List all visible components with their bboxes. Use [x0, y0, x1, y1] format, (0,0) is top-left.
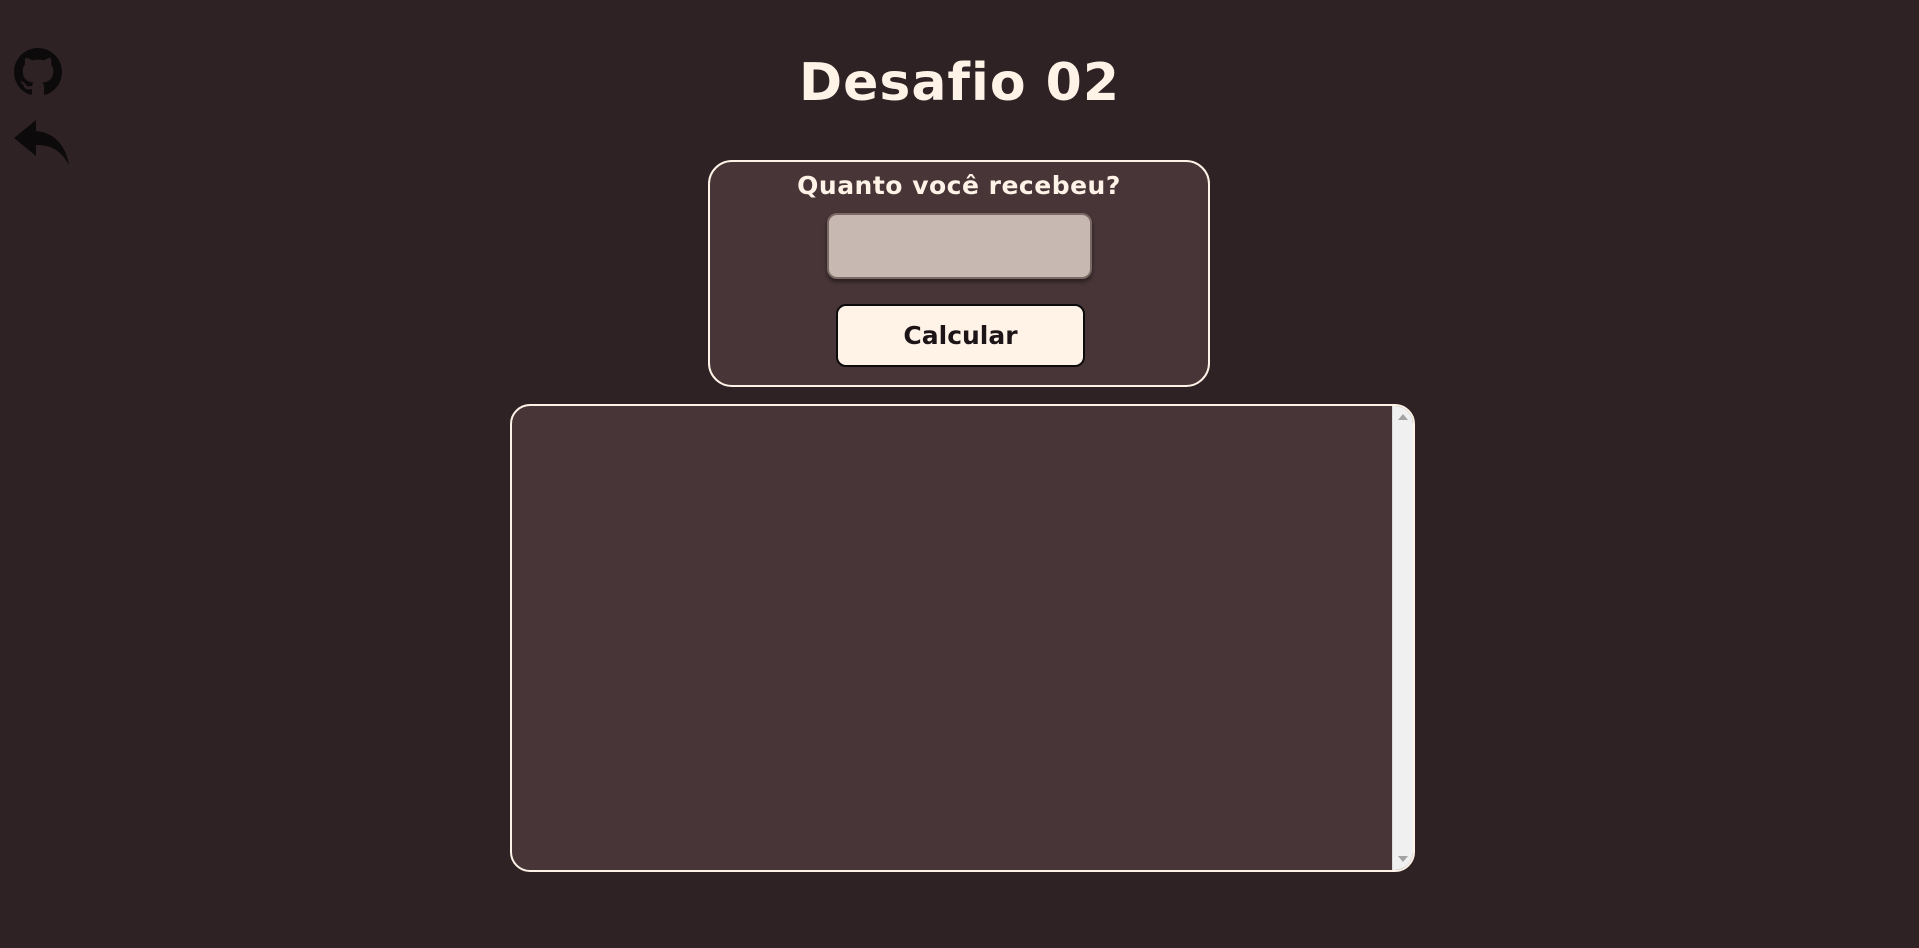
scroll-down-arrow-icon[interactable]	[1398, 856, 1408, 862]
reply-arrow-icon	[14, 120, 69, 165]
vertical-scrollbar[interactable]	[1392, 406, 1413, 870]
result-area[interactable]	[510, 404, 1415, 872]
page-title: Desafio 02	[798, 53, 1121, 113]
amount-label: Quanto você recebeu?	[797, 171, 1121, 200]
scroll-up-arrow-icon[interactable]	[1398, 414, 1408, 420]
amount-input[interactable]	[827, 213, 1092, 279]
form-card: Quanto você recebeu? Calcular	[708, 160, 1210, 387]
calculate-button[interactable]: Calcular	[836, 304, 1085, 367]
back-link[interactable]	[14, 118, 70, 168]
